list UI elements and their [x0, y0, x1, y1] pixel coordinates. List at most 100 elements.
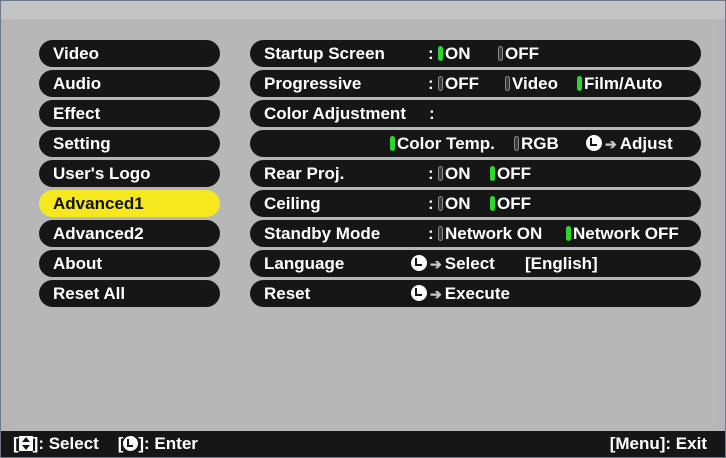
- setting-colon: :: [428, 164, 434, 183]
- option-label: Network OFF: [573, 224, 679, 243]
- menu-item-label: Video: [53, 44, 99, 63]
- option-color-temp[interactable]: Color Temp.: [390, 130, 495, 157]
- enter-icon: [411, 255, 427, 271]
- unselected-indicator-icon: [438, 196, 443, 211]
- menu-item-label: Setting: [53, 134, 111, 153]
- adjust-action[interactable]: ➔ Adjust: [586, 130, 673, 158]
- arrow-right-icon: ➔: [605, 136, 617, 152]
- enter-icon: [123, 436, 139, 451]
- unselected-indicator-icon: [438, 226, 443, 241]
- option-ceiling-on[interactable]: ON: [438, 190, 471, 217]
- menu-item-label: User's Logo: [53, 164, 151, 183]
- selected-indicator-icon: [566, 226, 571, 241]
- enter-icon: [411, 285, 427, 301]
- unselected-indicator-icon: [498, 46, 503, 61]
- setting-label: Standby Mode: [264, 224, 381, 243]
- menu-item-reset-all[interactable]: Reset All: [39, 280, 220, 307]
- setting-label: Progressive: [264, 74, 362, 93]
- action-label: Adjust: [619, 134, 673, 153]
- menu-item-label: Effect: [53, 104, 101, 123]
- option-label: OFF: [497, 194, 531, 213]
- option-rgb[interactable]: RGB: [514, 130, 559, 157]
- option-progressive-video[interactable]: Video: [505, 70, 558, 97]
- menu-item-about[interactable]: About: [39, 250, 220, 277]
- setting-label: Startup Screen: [264, 44, 385, 63]
- setting-colon: :: [428, 224, 434, 243]
- enter-icon: [586, 135, 602, 151]
- menu-item-label: Advanced1: [53, 194, 144, 213]
- option-startup-on[interactable]: ON: [438, 40, 471, 67]
- unselected-indicator-icon: [438, 166, 443, 181]
- footer-bar: []: Select []: Enter [Menu]: Exit: [1, 431, 725, 457]
- menu-item-audio[interactable]: Audio: [39, 70, 220, 97]
- option-rear-proj-off[interactable]: OFF: [490, 160, 531, 187]
- setting-language[interactable]: Language ➔ Select [English]: [250, 250, 701, 277]
- setting-label: Color Adjustment: [264, 104, 406, 123]
- option-label: Color Temp.: [397, 134, 495, 153]
- menu-item-advanced1[interactable]: Advanced1: [39, 190, 220, 217]
- option-label: OFF: [505, 44, 539, 63]
- option-ceiling-off[interactable]: OFF: [490, 190, 531, 217]
- setting-rear-proj[interactable]: Rear Proj. : ON OFF: [250, 160, 701, 187]
- setting-colon: :: [428, 44, 434, 63]
- option-label: RGB: [521, 134, 559, 153]
- unselected-indicator-icon: [514, 136, 519, 151]
- option-label: OFF: [497, 164, 531, 183]
- selected-indicator-icon: [438, 46, 443, 61]
- setting-color-adjustment-options[interactable]: Color Temp. RGB ➔ Adjust: [250, 130, 701, 157]
- enter-hint: ]: Enter: [138, 434, 198, 453]
- setting-label: Reset: [264, 284, 311, 303]
- action-label: Select: [444, 254, 495, 273]
- menu-item-video[interactable]: Video: [39, 40, 220, 67]
- setting-standby-mode[interactable]: Standby Mode : Network ON Network OFF: [250, 220, 701, 247]
- option-label: ON: [445, 164, 471, 183]
- setting-progressive[interactable]: Progressive : OFF Video Film/Auto: [250, 70, 701, 97]
- select-hint: ]: Select: [32, 434, 99, 453]
- menu-item-effect[interactable]: Effect: [39, 100, 220, 127]
- reset-execute-action[interactable]: ➔ Execute: [411, 280, 510, 308]
- setting-reset[interactable]: Reset ➔ Execute: [250, 280, 701, 307]
- selected-indicator-icon: [490, 196, 495, 211]
- setting-label: Rear Proj.: [264, 164, 345, 183]
- option-progressive-film-auto[interactable]: Film/Auto: [577, 70, 662, 97]
- option-network-on[interactable]: Network ON: [438, 220, 542, 247]
- option-network-off[interactable]: Network OFF: [566, 220, 679, 247]
- osd-menu-window: Video Audio Effect Setting User's Logo A…: [0, 0, 726, 458]
- unselected-indicator-icon: [505, 76, 510, 91]
- menu-item-label: About: [53, 254, 103, 273]
- menu-item-label: Reset All: [53, 284, 126, 303]
- language-value: [English]: [525, 254, 598, 273]
- option-label: Film/Auto: [584, 74, 663, 93]
- option-progressive-off[interactable]: OFF: [438, 70, 479, 97]
- option-label: Video: [512, 74, 558, 93]
- option-label: OFF: [445, 74, 479, 93]
- setting-startup-screen[interactable]: Startup Screen : ON OFF: [250, 40, 701, 67]
- selected-indicator-icon: [390, 136, 395, 151]
- selected-indicator-icon: [490, 166, 495, 181]
- option-rear-proj-on[interactable]: ON: [438, 160, 471, 187]
- exit-hint: [Menu]: Exit: [609, 434, 707, 453]
- menu-item-users-logo[interactable]: User's Logo: [39, 160, 220, 187]
- option-label: Network ON: [445, 224, 543, 243]
- menu-item-label: Advanced2: [53, 224, 144, 243]
- option-label: ON: [445, 194, 471, 213]
- arrow-right-icon: ➔: [430, 256, 442, 272]
- menu-item-label: Audio: [53, 74, 102, 93]
- menu-item-advanced2[interactable]: Advanced2: [39, 220, 220, 247]
- setting-label: Ceiling: [264, 194, 321, 213]
- setting-ceiling[interactable]: Ceiling : ON OFF: [250, 190, 701, 217]
- menu-item-setting[interactable]: Setting: [39, 130, 220, 157]
- selected-indicator-icon: [577, 76, 582, 91]
- language-select-action[interactable]: ➔ Select: [411, 250, 495, 278]
- up-down-arrow-icon: [18, 436, 33, 451]
- setting-color-adjustment[interactable]: Color Adjustment :: [250, 100, 701, 127]
- option-startup-off[interactable]: OFF: [498, 40, 539, 67]
- top-bar: [1, 1, 725, 19]
- setting-colon: :: [428, 74, 434, 93]
- unselected-indicator-icon: [438, 76, 443, 91]
- option-label: ON: [445, 44, 471, 63]
- setting-colon: :: [429, 104, 435, 123]
- arrow-right-icon: ➔: [430, 286, 442, 302]
- setting-label: Language: [264, 254, 345, 273]
- action-label: Execute: [444, 284, 510, 303]
